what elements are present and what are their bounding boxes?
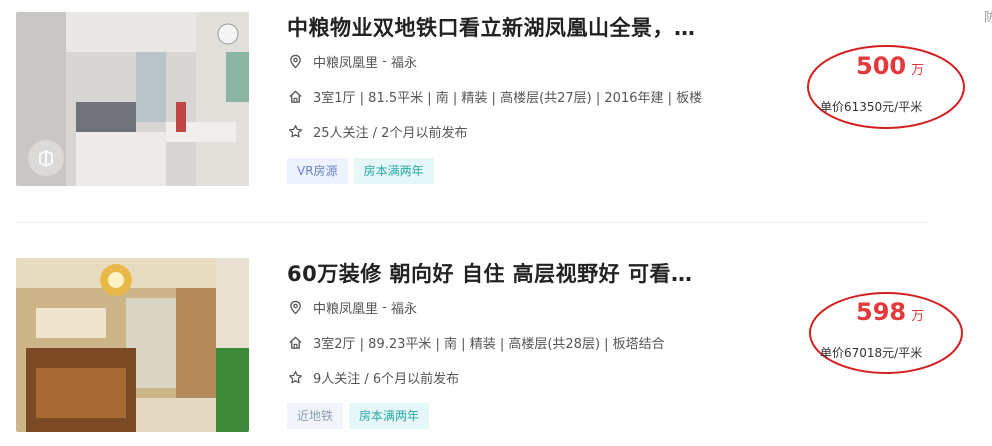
- listing-card[interactable]: 中粮物业双地铁口看立新湖凤凰山全景，… 中粮凤凰里 - 福永 3室1厅 | 81…: [0, 0, 992, 200]
- location-pin-icon: [287, 54, 303, 70]
- listing-photo[interactable]: [16, 258, 249, 432]
- total-price-value: 500: [856, 52, 907, 80]
- house-specs: 3室1厅 | 81.5平米 | 南 | 精装 | 高楼层(共27层) | 201…: [313, 91, 703, 106]
- star-icon: [287, 370, 303, 386]
- community-separator: -: [378, 300, 391, 315]
- price-box: 598 万 单价67018元/平米: [806, 290, 966, 376]
- listing-title[interactable]: 60万装修 朝向好 自住 高层视野好 可看…: [287, 258, 692, 288]
- unit-price: 单价67018元/平米: [820, 346, 923, 360]
- location-pin-icon: [287, 300, 303, 316]
- house-specs: 3室2厅 | 89.23平米 | 南 | 精装 | 高楼层(共28层) | 板塔…: [313, 337, 665, 352]
- district-link[interactable]: 福永: [391, 52, 417, 71]
- follow-row: 9人关注 / 6个月以前发布: [287, 368, 459, 387]
- tag-certificate: 房本满两年: [349, 403, 430, 429]
- community-link[interactable]: 中粮凤凰里: [313, 298, 378, 317]
- community-row: 中粮凤凰里 - 福永: [287, 298, 417, 317]
- unit-price: 单价61350元/平米: [820, 100, 923, 114]
- total-price-unit: 万: [911, 63, 925, 78]
- total-price: 598 万: [856, 298, 924, 326]
- listing-photo[interactable]: [16, 12, 249, 186]
- price-box: 500 万 单价61350元/平米: [806, 44, 966, 130]
- district-link[interactable]: 福永: [391, 298, 417, 317]
- specs-row: 3室2厅 | 89.23平米 | 南 | 精装 | 高楼层(共28层) | 板塔…: [287, 333, 665, 352]
- total-price-unit: 万: [911, 309, 925, 324]
- community-link[interactable]: 中粮凤凰里: [313, 52, 378, 71]
- house-icon: [287, 89, 303, 105]
- follow-info: 25人关注 / 2个月以前发布: [313, 126, 468, 141]
- follow-row: 25人关注 / 2个月以前发布: [287, 122, 467, 141]
- total-price: 500 万: [856, 52, 924, 80]
- listing-title[interactable]: 中粮物业双地铁口看立新湖凤凰山全景，…: [287, 12, 696, 42]
- sidebar-edge-text: 防: [984, 10, 992, 24]
- community-row: 中粮凤凰里 - 福永: [287, 52, 417, 71]
- star-icon: [287, 124, 303, 140]
- total-price-value: 598: [856, 298, 907, 326]
- tag-list: VR房源 房本满两年: [287, 158, 434, 184]
- community-separator: -: [378, 54, 391, 69]
- vr-badge-icon: [28, 140, 64, 176]
- house-icon: [287, 335, 303, 351]
- specs-row: 3室1厅 | 81.5平米 | 南 | 精装 | 高楼层(共27层) | 201…: [287, 87, 702, 106]
- tag-certificate: 房本满两年: [353, 158, 434, 184]
- listing-divider: [16, 222, 928, 223]
- tag-list: 近地铁 房本满两年: [287, 403, 430, 429]
- follow-info: 9人关注 / 6个月以前发布: [313, 372, 460, 387]
- tag-metro: 近地铁: [287, 403, 344, 429]
- listing-card[interactable]: 60万装修 朝向好 自住 高层视野好 可看… 中粮凤凰里 - 福永 3室2厅 |…: [0, 246, 992, 446]
- tag-vr: VR房源: [287, 158, 348, 184]
